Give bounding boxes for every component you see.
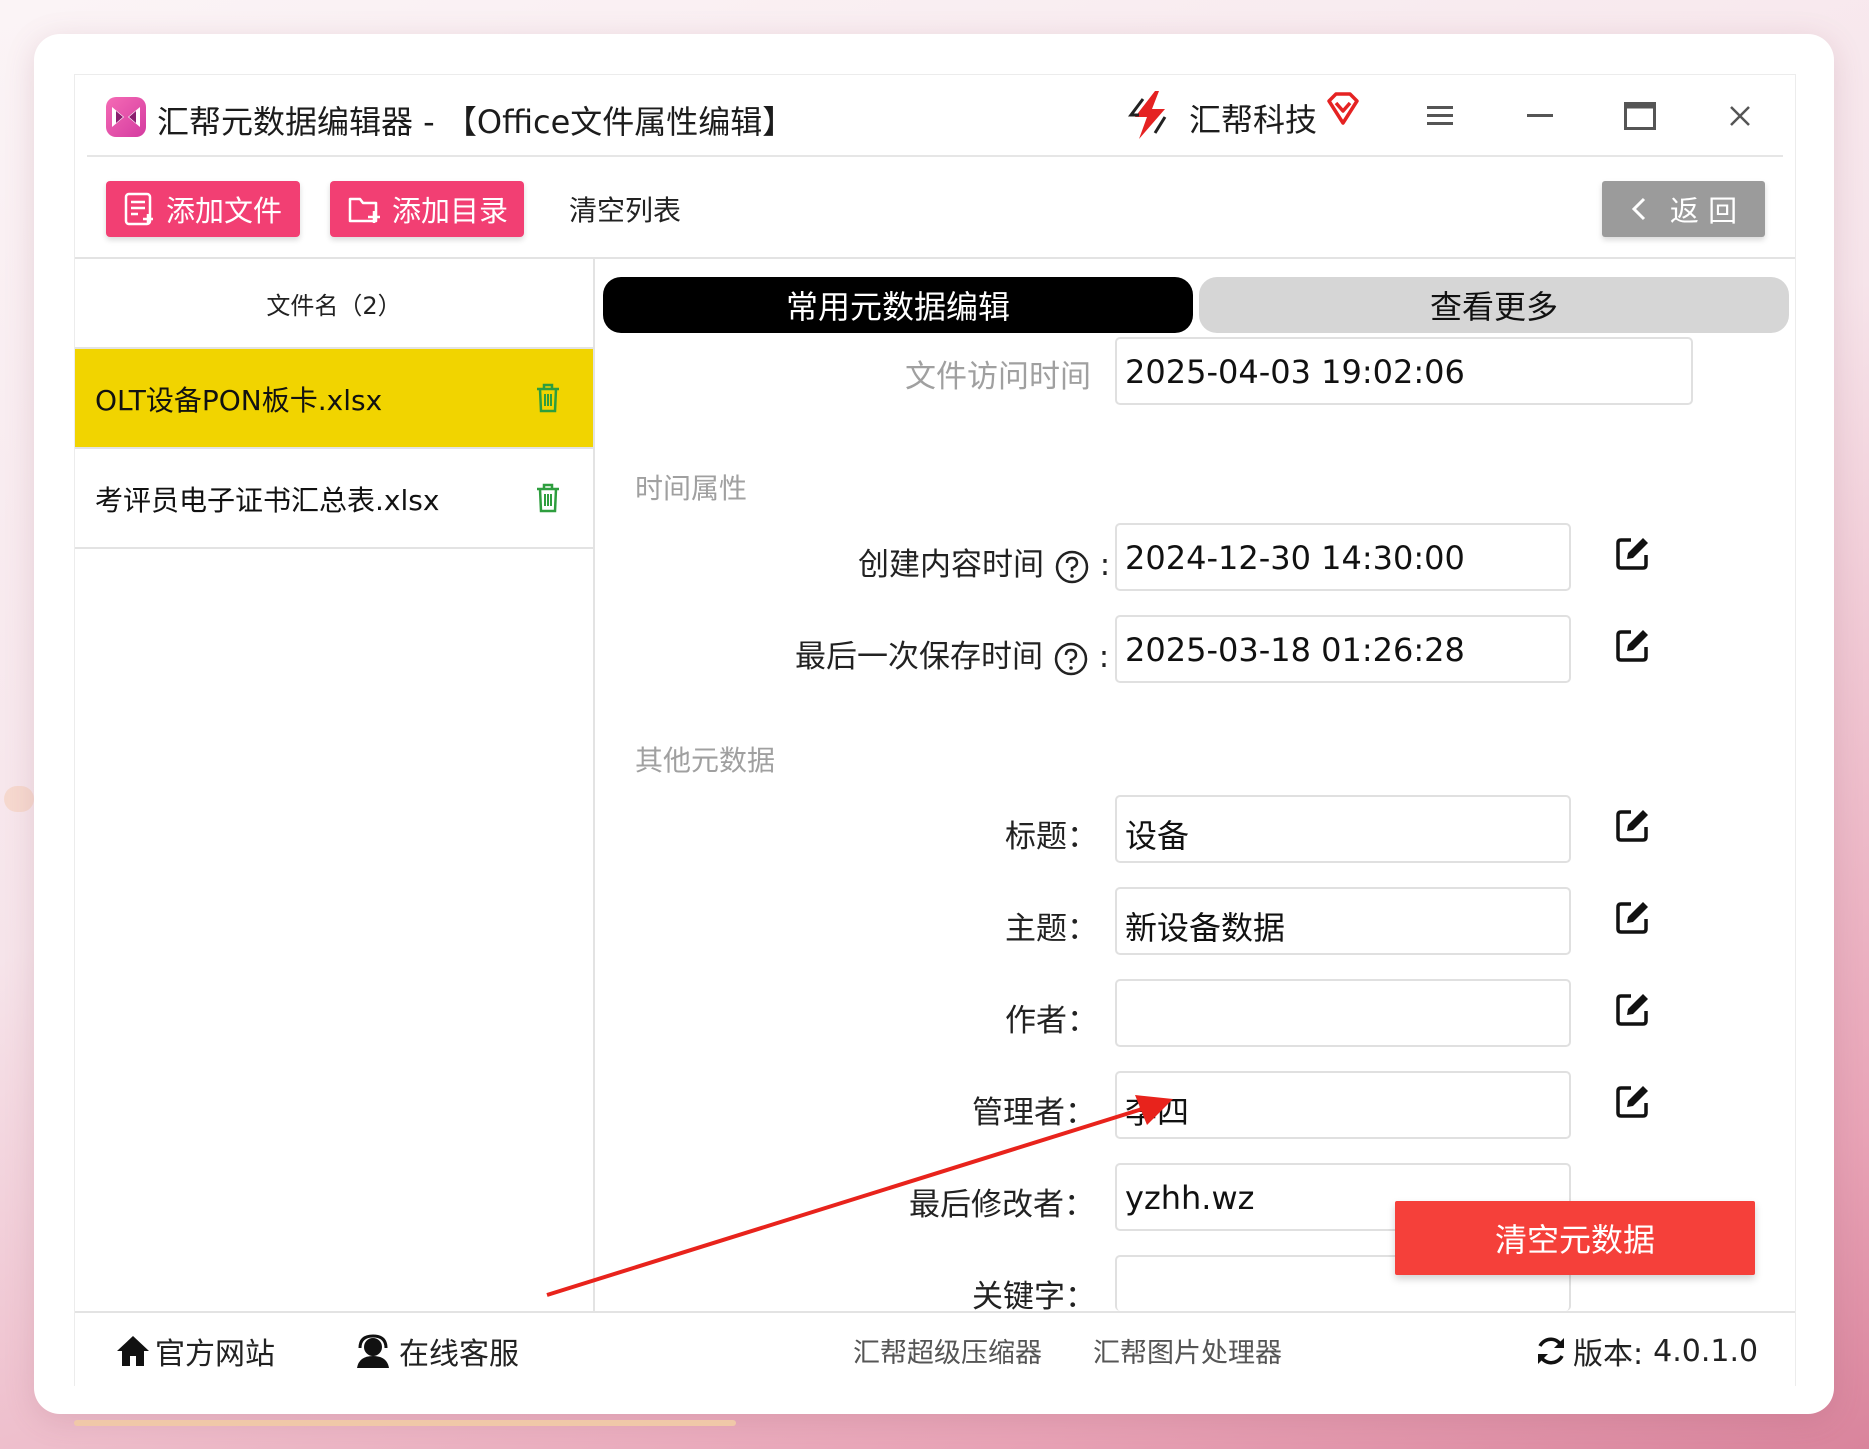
created-time-field[interactable]: 2024-12-30 14:30:00 xyxy=(1115,523,1571,591)
window-title: 汇帮元数据编辑器 - 【Office文件属性编辑】 xyxy=(157,103,795,141)
last-saved-field[interactable]: 2025-03-18 01:26:28 xyxy=(1115,615,1571,683)
footer: 官方网站 在线客服 汇帮超级压缩器 汇帮图片处理器 版本: 4.0.1.0 xyxy=(75,1311,1795,1387)
last-saved-label: 最后一次保存时间 : xyxy=(795,631,1109,677)
brand-name: 汇帮科技 xyxy=(1189,101,1318,139)
file-name: 考评员电子证书汇总表.xlsx xyxy=(95,484,440,517)
last-saved-value: 2025-03-18 01:26:28 xyxy=(1125,631,1465,669)
menu-button[interactable] xyxy=(1415,91,1465,141)
online-support-link[interactable]: 在线客服 xyxy=(355,1329,519,1373)
access-time-label: 文件访问时间 xyxy=(905,359,1091,395)
edit-icon[interactable] xyxy=(1615,535,1651,571)
subject-value: 新设备数据 xyxy=(1125,909,1286,947)
access-time-value: 2025-04-03 19:02:06 xyxy=(1125,353,1465,391)
clear-metadata-button[interactable]: 清空元数据 xyxy=(1395,1201,1755,1275)
background-decoration xyxy=(4,786,34,812)
add-file-icon xyxy=(124,192,156,226)
minimize-icon xyxy=(1527,114,1553,117)
edit-icon[interactable] xyxy=(1615,1083,1651,1119)
add-folder-icon xyxy=(348,193,382,225)
home-icon xyxy=(117,1336,149,1366)
last-saved-label-text: 最后一次保存时间 xyxy=(795,639,1043,675)
tab-view-more[interactable]: 查看更多 xyxy=(1199,277,1789,333)
access-time-field: 2025-04-03 19:02:06 xyxy=(1115,337,1693,405)
add-file-label: 添加文件 xyxy=(166,194,283,228)
version-value: 4.0.1.0 xyxy=(1653,1333,1759,1369)
title-value: 设备 xyxy=(1125,817,1190,855)
back-label: 返 回 xyxy=(1669,194,1738,228)
file-name: OLT设备PON板卡.xlsx xyxy=(95,384,383,417)
horizontal-scrollbar[interactable] xyxy=(74,1420,736,1426)
tab-common-metadata[interactable]: 常用元数据编辑 xyxy=(603,277,1193,333)
file-list-item-selected[interactable]: OLT设备PON板卡.xlsx xyxy=(75,349,593,449)
support-agent-icon xyxy=(357,1334,389,1368)
app-logo-icon xyxy=(106,97,146,137)
file-list-panel: 文件名（2） OLT设备PON板卡.xlsx 考评员电子证书汇总表.xlsx xyxy=(75,259,595,1311)
chevron-left-icon xyxy=(1631,197,1645,221)
created-time-colon: : xyxy=(1099,547,1111,583)
help-icon[interactable] xyxy=(1053,641,1089,677)
hamburger-icon xyxy=(1427,106,1453,125)
subject-field[interactable]: 新设备数据 xyxy=(1115,887,1571,955)
maximize-button[interactable] xyxy=(1615,91,1665,141)
help-icon[interactable] xyxy=(1054,549,1090,585)
divider xyxy=(87,155,1783,157)
author-field[interactable] xyxy=(1115,979,1571,1047)
file-list-header: 文件名（2） xyxy=(75,259,593,349)
created-time-label-text: 创建内容时间 xyxy=(858,547,1044,583)
official-website-link[interactable]: 官方网站 xyxy=(115,1329,275,1373)
close-button[interactable] xyxy=(1715,91,1765,141)
other-section-title: 其他元数据 xyxy=(635,744,776,777)
version-info: 版本: 4.0.1.0 xyxy=(1535,1329,1758,1373)
close-icon xyxy=(1730,106,1750,126)
brand-logo-icon xyxy=(1128,91,1167,139)
trash-icon[interactable] xyxy=(535,383,561,413)
time-section-title: 时间属性 xyxy=(635,472,748,505)
file-list-item[interactable]: 考评员电子证书汇总表.xlsx xyxy=(75,449,593,549)
back-button[interactable]: 返 回 xyxy=(1602,181,1765,237)
created-time-label: 创建内容时间 : xyxy=(858,539,1110,585)
title-bar: 汇帮元数据编辑器 - 【Office文件属性编辑】 汇帮科技 xyxy=(75,75,1795,155)
title-field[interactable]: 设备 xyxy=(1115,795,1571,863)
version-label: 版本: xyxy=(1573,1337,1644,1372)
subject-label: 主题： xyxy=(1005,911,1098,947)
add-directory-button[interactable]: 添加目录 xyxy=(330,181,524,237)
app-window: 汇帮元数据编辑器 - 【Office文件属性编辑】 汇帮科技 添加文件 添加目录… xyxy=(74,74,1796,1387)
add-directory-label: 添加目录 xyxy=(392,194,509,228)
edit-icon[interactable] xyxy=(1615,991,1651,1027)
maximize-icon xyxy=(1624,102,1656,130)
minimize-button[interactable] xyxy=(1515,91,1565,141)
created-time-value: 2024-12-30 14:30:00 xyxy=(1125,539,1465,577)
online-support-label: 在线客服 xyxy=(399,1337,519,1372)
annotation-arrow xyxy=(546,1095,1173,1297)
edit-icon[interactable] xyxy=(1615,899,1651,935)
author-label: 作者： xyxy=(1005,1003,1098,1039)
edit-icon[interactable] xyxy=(1615,807,1651,843)
compressor-link[interactable]: 汇帮超级压缩器 xyxy=(853,1331,1042,1370)
image-processor-link[interactable]: 汇帮图片处理器 xyxy=(1093,1331,1282,1370)
last-saved-colon: : xyxy=(1098,639,1110,675)
clear-list-button[interactable]: 清空列表 xyxy=(569,189,681,229)
trash-icon[interactable] xyxy=(535,483,561,513)
add-file-button[interactable]: 添加文件 xyxy=(106,181,300,237)
title-label: 标题： xyxy=(1005,819,1098,855)
vip-diamond-icon[interactable] xyxy=(1325,91,1361,127)
official-website-label: 官方网站 xyxy=(155,1337,275,1372)
refresh-icon[interactable] xyxy=(1535,1335,1567,1367)
edit-icon[interactable] xyxy=(1615,627,1651,663)
